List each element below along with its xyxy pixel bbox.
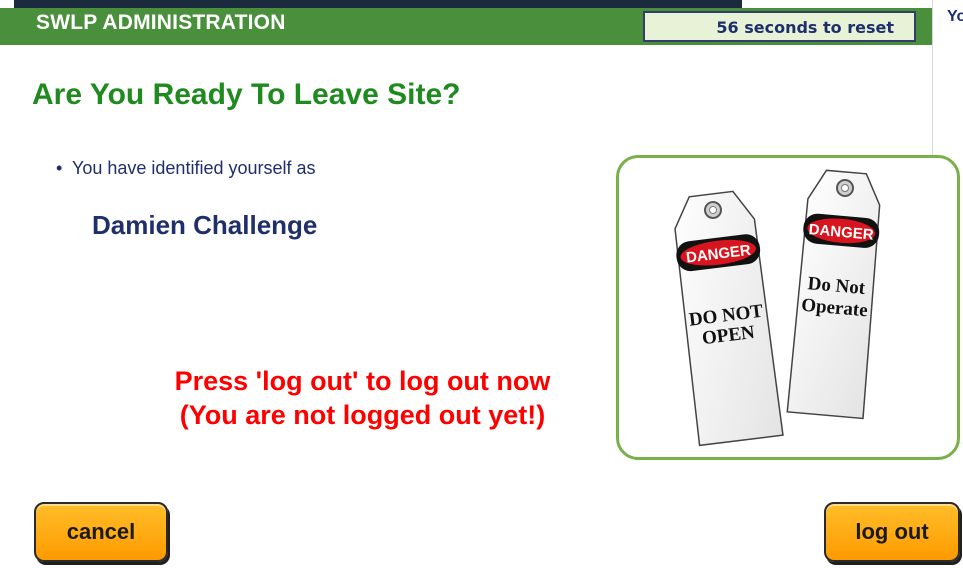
app-title: SWLP ADMINISTRATION <box>36 11 286 34</box>
logout-warning: Press 'log out' to log out now (You are … <box>140 364 585 432</box>
warning-line-1: Press 'log out' to log out now <box>174 366 551 396</box>
logout-dialog: SWLP ADMINISTRATION 56 seconds to reset … <box>0 0 960 576</box>
danger-tags-image: DANGER Do Not Operate DANGER DO NOT OPEN <box>616 155 960 460</box>
cancel-button[interactable]: cancel <box>34 502 168 562</box>
do-not-operate-tag: DANGER Do Not Operate <box>786 169 881 420</box>
top-strip <box>14 0 742 8</box>
identified-text: You have identified yourself as <box>56 158 315 179</box>
page-title: Are You Ready To Leave Site? <box>32 78 461 111</box>
header-bar: SWLP ADMINISTRATION 56 seconds to reset <box>0 8 932 45</box>
background-text-1: Yo <box>947 8 963 25</box>
reset-timer: 56 seconds to reset <box>716 18 894 37</box>
danger-tags-illustration: DANGER Do Not Operate DANGER DO NOT OPEN <box>674 169 881 447</box>
log-out-button[interactable]: log out <box>824 502 960 562</box>
screen: Yo G R SWLP ADMINISTRATION 56 seconds to… <box>0 0 963 576</box>
reset-timer-box: 56 seconds to reset <box>643 11 916 42</box>
user-name: Damien Challenge <box>92 210 318 240</box>
warning-line-2: (You are not logged out yet!) <box>179 400 546 430</box>
do-not-open-tag: DANGER DO NOT OPEN <box>674 190 784 447</box>
